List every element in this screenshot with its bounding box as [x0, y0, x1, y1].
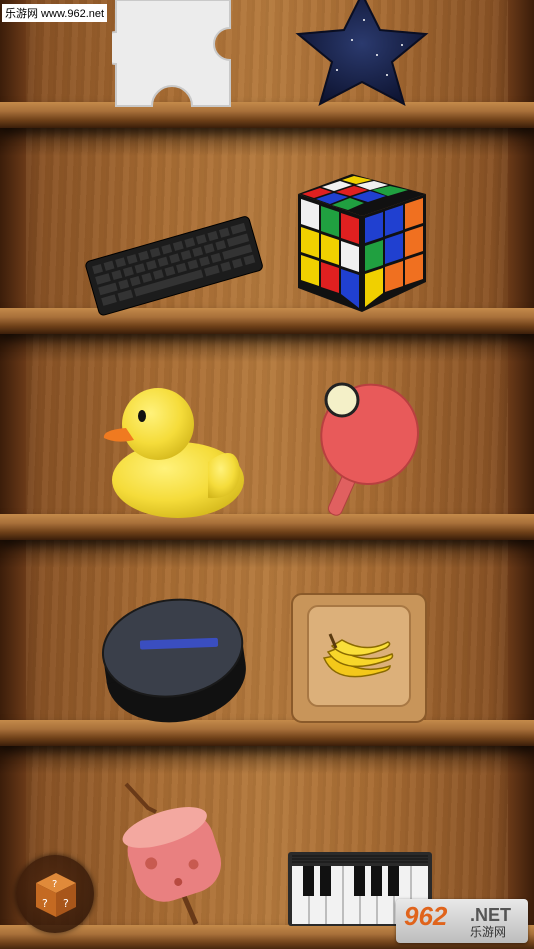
puzzle-piece-item[interactable]: [112, 0, 234, 108]
keyboard-item[interactable]: [82, 208, 264, 316]
shelf-shadow: [0, 126, 534, 156]
shelf-shadow: [0, 332, 534, 362]
watermark-number: 962: [404, 901, 448, 931]
dice-question-icon: ? ? ?: [36, 873, 76, 917]
banana-tile-item[interactable]: [290, 592, 428, 724]
shelf-3: [0, 514, 534, 540]
watermark-cn: 乐游网: [470, 925, 507, 939]
svg-text:?: ?: [52, 879, 57, 890]
game-stage: ? ? ? 乐游网 www.962.net 962 .NET 乐游网: [0, 0, 534, 949]
watermark-label: 乐游网 www.962.net: [2, 4, 108, 22]
shelf-shadow: [0, 538, 534, 568]
star-item[interactable]: [292, 0, 432, 108]
marshmallow-item[interactable]: [112, 778, 238, 928]
shelf-2: [0, 308, 534, 334]
watermark-badge: 962 .NET 乐游网: [396, 899, 528, 943]
hockey-puck-item[interactable]: [98, 588, 250, 728]
rubiks-cube-item[interactable]: [292, 170, 432, 316]
ping-pong-paddle-item[interactable]: [298, 378, 422, 520]
rubber-duck-item[interactable]: [98, 380, 248, 520]
shelf-4: [0, 720, 534, 746]
shelf-1: [0, 102, 534, 128]
svg-text:?: ?: [63, 897, 69, 910]
shelf-shadow: [0, 744, 534, 774]
dice-button[interactable]: ? ? ?: [16, 855, 94, 933]
svg-text:?: ?: [42, 897, 48, 910]
